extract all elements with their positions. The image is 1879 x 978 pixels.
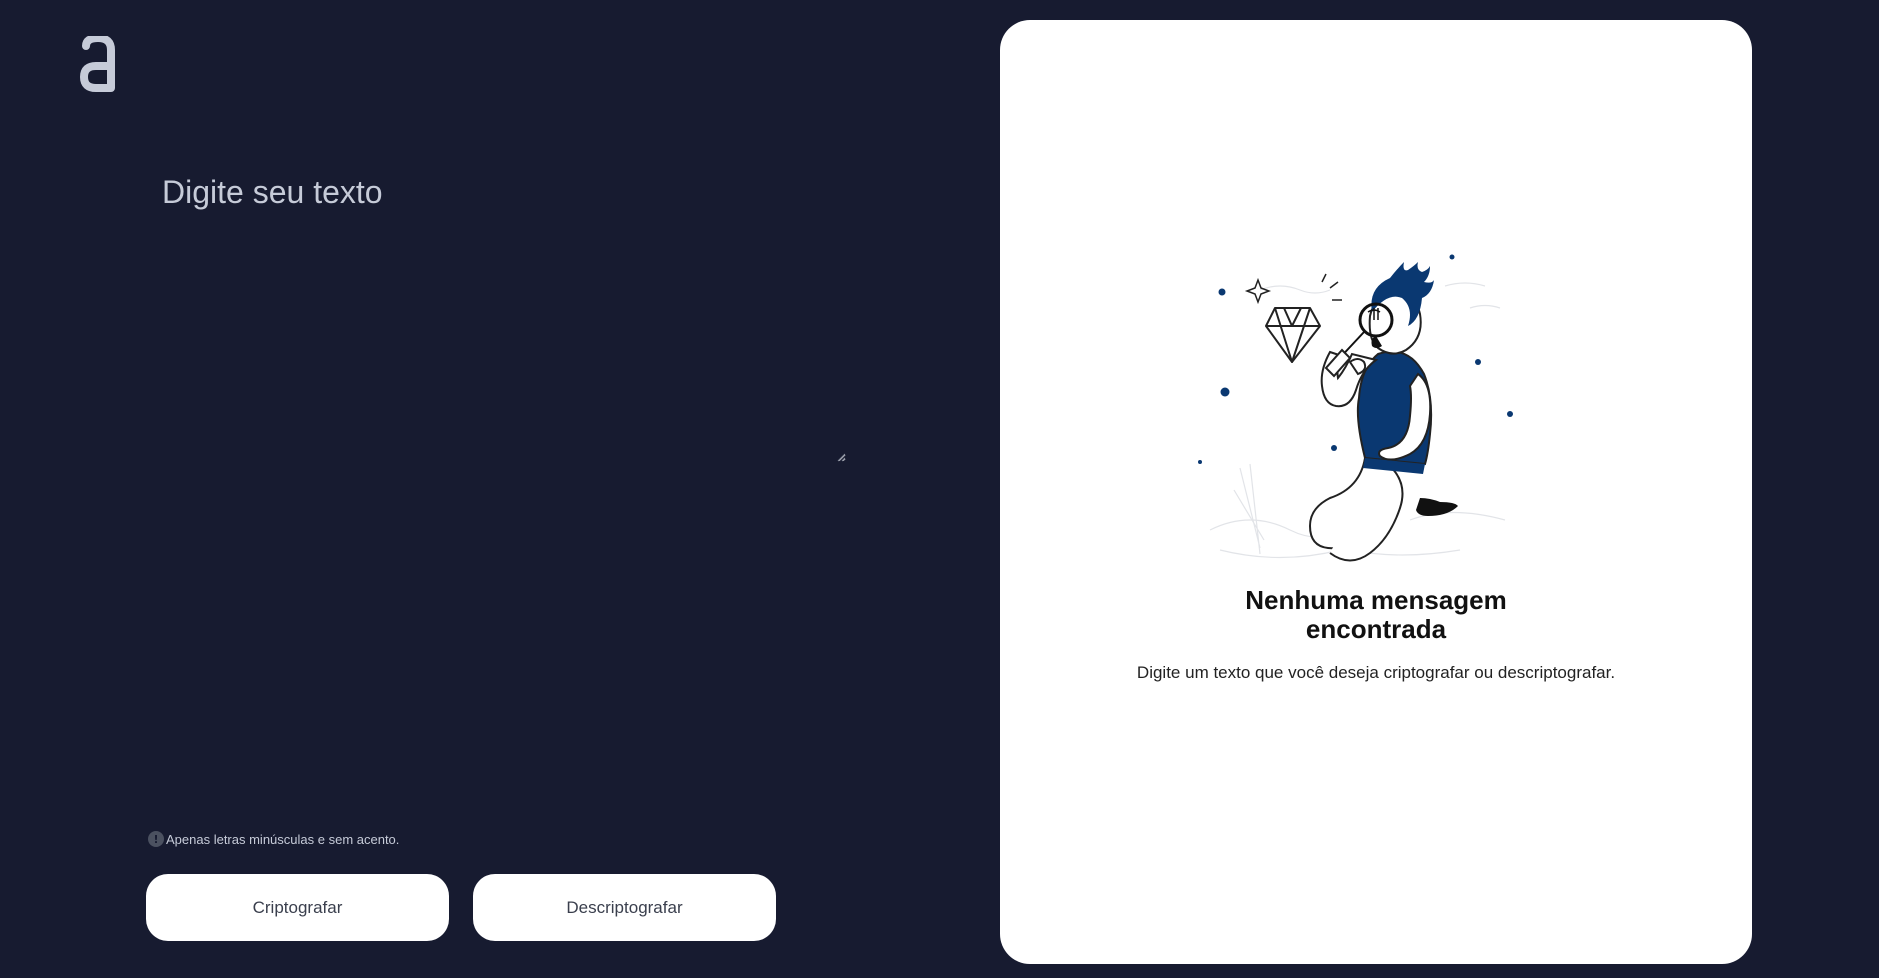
logo: [78, 33, 120, 92]
empty-title-line1: Nenhuma mensagem: [1245, 585, 1507, 615]
person-searching-diamond-icon: [1198, 254, 1513, 562]
empty-title-line2: encontrada: [1305, 614, 1447, 644]
empty-state-title: Nenhuma mensagem encontrada: [1000, 586, 1752, 644]
input-hint: ! Apenas letras minúsculas e sem acento.: [148, 831, 399, 847]
encrypt-button[interactable]: Criptografar: [146, 874, 449, 941]
decrypt-button[interactable]: Descriptografar: [473, 874, 776, 941]
message-input[interactable]: [160, 170, 846, 462]
text-input-area: [160, 170, 846, 462]
hint-text: Apenas letras minúsculas e sem acento.: [166, 831, 400, 847]
alura-logo-icon: [80, 33, 115, 92]
info-icon: !: [148, 831, 164, 847]
empty-state-description: Digite um texto que você deseja criptogr…: [1136, 663, 1616, 682]
resize-handle-icon[interactable]: [836, 452, 846, 462]
output-panel: Nenhuma mensagem encontrada Digite um te…: [1000, 20, 1752, 964]
